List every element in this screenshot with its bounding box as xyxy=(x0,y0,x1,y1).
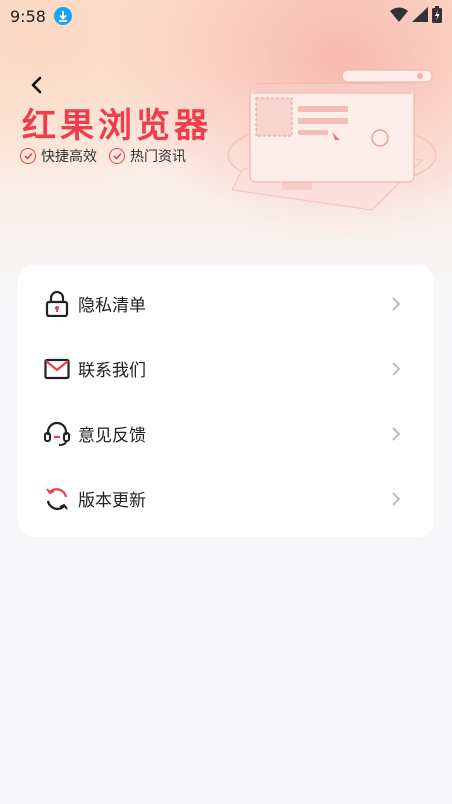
headset-icon xyxy=(44,421,70,447)
chevron-right-icon xyxy=(392,492,401,506)
lock-icon xyxy=(44,290,70,317)
feature-tag: 快捷高效 xyxy=(20,146,97,166)
chevron-right-icon xyxy=(392,427,401,441)
menu-item-label: 联系我们 xyxy=(78,361,146,381)
download-icon xyxy=(53,7,72,25)
feature-tag-label: 快捷高效 xyxy=(41,149,97,165)
status-bar: 9:58 xyxy=(0,0,452,32)
menu-item-label: 版本更新 xyxy=(78,491,146,511)
mail-icon xyxy=(44,356,70,382)
battery-icon xyxy=(432,5,442,27)
chevron-right-icon xyxy=(392,297,401,311)
feature-tag-label: 热门资讯 xyxy=(130,149,186,165)
feature-tag: 热门资讯 xyxy=(109,146,186,166)
app-brand-title: 红果浏览器 xyxy=(22,106,212,146)
menu-item-privacy-list[interactable]: 隐私清单 xyxy=(18,271,434,336)
back-button[interactable] xyxy=(26,74,48,96)
signal-icon xyxy=(412,6,428,26)
status-time: 9:58 xyxy=(10,6,46,26)
check-circle-icon xyxy=(20,148,36,164)
check-circle-icon xyxy=(109,148,125,164)
feature-tags: 快捷高效 热门资讯 xyxy=(20,146,186,166)
menu-item-version-update[interactable]: 版本更新 xyxy=(18,466,434,531)
settings-menu-card: 隐私清单 联系我们 意见反馈 版本更新 xyxy=(18,265,434,537)
chevron-left-icon xyxy=(31,76,42,94)
menu-item-contact-us[interactable]: 联系我们 xyxy=(18,336,434,401)
chevron-right-icon xyxy=(392,362,401,376)
wifi-icon xyxy=(390,7,408,26)
menu-item-label: 意见反馈 xyxy=(78,426,146,446)
refresh-icon xyxy=(44,486,70,512)
menu-item-feedback[interactable]: 意见反馈 xyxy=(18,401,434,466)
menu-item-label: 隐私清单 xyxy=(78,296,146,316)
browser-illustration xyxy=(227,69,437,211)
